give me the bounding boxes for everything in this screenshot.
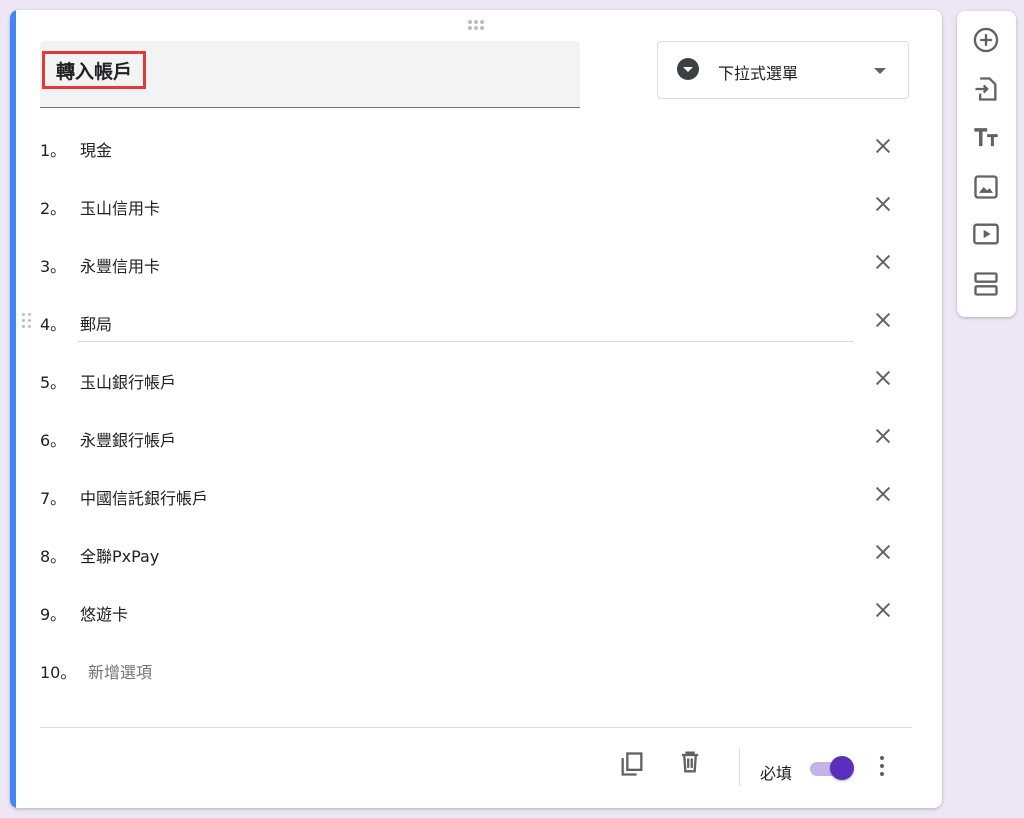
- close-icon[interactable]: [872, 309, 894, 331]
- section-icon[interactable]: [972, 270, 1000, 298]
- close-icon[interactable]: [872, 541, 894, 563]
- question-card: 轉入帳戶 下拉式選單 1。 現金 2。 玉山信用卡 3。 永豐信用卡 4。 郵局: [10, 10, 942, 808]
- footer-separator: [739, 748, 740, 786]
- option-number: 9。: [40, 605, 67, 624]
- option-number: 7。: [40, 489, 67, 508]
- dropdown-circle-icon: [677, 58, 699, 80]
- option-row: 5。 玉山銀行帳戶: [40, 359, 900, 399]
- option-label[interactable]: 玉山銀行帳戶: [80, 369, 176, 393]
- option-row-focused: 4。 郵局: [22, 301, 900, 342]
- drag-handle-icon[interactable]: [466, 18, 486, 42]
- option-label[interactable]: 永豐銀行帳戶: [80, 427, 176, 451]
- side-toolbar: [957, 11, 1016, 317]
- required-label: 必填: [760, 764, 793, 783]
- option-label[interactable]: 玉山信用卡: [80, 195, 160, 219]
- video-icon[interactable]: [972, 220, 1000, 248]
- option-row: 8。 全聯PxPay: [40, 533, 900, 573]
- drag-handle-icon[interactable]: [22, 311, 32, 331]
- option-number: 5。: [40, 373, 67, 392]
- question-title[interactable]: 轉入帳戶: [42, 51, 146, 89]
- option-number: 10。: [40, 663, 77, 682]
- option-number: 6。: [40, 431, 67, 450]
- option-label[interactable]: 郵局: [80, 311, 112, 335]
- option-number: 3。: [40, 257, 67, 276]
- option-row: 3。 永豐信用卡: [40, 243, 900, 283]
- close-icon[interactable]: [872, 483, 894, 505]
- question-title-field[interactable]: 轉入帳戶: [40, 41, 580, 108]
- option-number: 4。: [40, 315, 67, 334]
- close-icon[interactable]: [872, 599, 894, 621]
- option-row: 7。 中國信託銀行帳戶: [40, 475, 900, 515]
- add-option-input[interactable]: 新增選項: [88, 659, 152, 683]
- chevron-down-icon: [874, 68, 886, 74]
- option-number: 1。: [40, 141, 67, 160]
- question-type-label: 下拉式選單: [718, 64, 799, 83]
- option-number: 8。: [40, 547, 67, 566]
- close-icon[interactable]: [872, 135, 894, 157]
- option-row: 6。 永豐銀行帳戶: [40, 417, 900, 457]
- add-option-row: 10。 新增選項: [40, 649, 900, 689]
- option-label[interactable]: 永豐信用卡: [80, 253, 160, 277]
- option-underline: [78, 341, 854, 342]
- question-type-dropdown[interactable]: 下拉式選單: [657, 41, 909, 99]
- option-label[interactable]: 現金: [80, 137, 112, 161]
- active-accent-bar: [10, 10, 16, 808]
- import-icon[interactable]: [972, 75, 1000, 103]
- footer-divider: [40, 727, 912, 728]
- option-number: 2。: [40, 199, 67, 218]
- more-vert-icon[interactable]: [872, 752, 892, 780]
- option-row: 9。 悠遊卡: [40, 591, 900, 631]
- trash-icon[interactable]: [676, 748, 704, 776]
- option-row: 1。 現金: [40, 127, 900, 167]
- close-icon[interactable]: [872, 251, 894, 273]
- close-icon[interactable]: [872, 425, 894, 447]
- option-label[interactable]: 中國信託銀行帳戶: [80, 485, 208, 509]
- title-text-icon[interactable]: [972, 124, 1000, 152]
- add-circle-icon[interactable]: [972, 26, 1000, 54]
- image-icon[interactable]: [972, 173, 1000, 201]
- required-toggle[interactable]: [808, 756, 856, 780]
- toggle-knob: [830, 756, 854, 780]
- close-icon[interactable]: [872, 367, 894, 389]
- option-label[interactable]: 全聯PxPay: [80, 543, 159, 567]
- copy-icon[interactable]: [618, 750, 646, 778]
- option-row: 2。 玉山信用卡: [40, 185, 900, 225]
- close-icon[interactable]: [872, 193, 894, 215]
- option-label[interactable]: 悠遊卡: [80, 601, 128, 625]
